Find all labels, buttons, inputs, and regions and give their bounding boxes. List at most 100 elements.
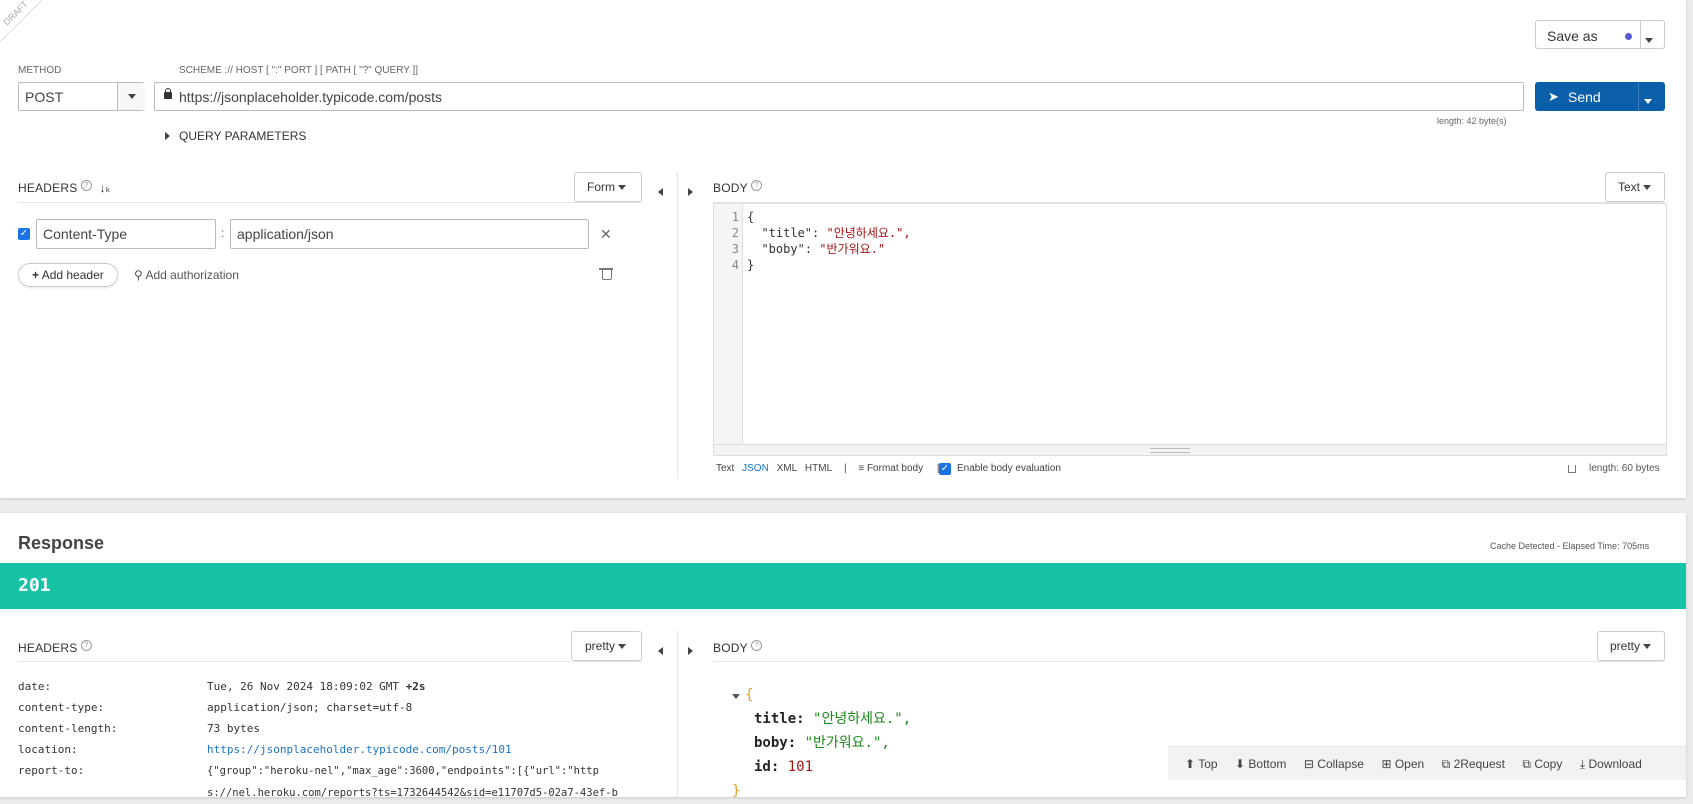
- chevron-right-icon: [688, 647, 693, 655]
- request-body-title: BODY ?: [713, 180, 763, 195]
- header-value[interactable]: {"group":"heroku-nel","max_age":3600,"en…: [207, 765, 599, 777]
- copy-button[interactable]: ⧉ Copy: [1522, 747, 1562, 781]
- chevron-down-icon: [1643, 644, 1652, 650]
- header-name: report-to:: [18, 764, 85, 777]
- help-icon[interactable]: ?: [751, 640, 763, 651]
- lock-shackle: [165, 88, 171, 93]
- trash-lid: [599, 268, 613, 270]
- collapse-json-icon[interactable]: [732, 694, 740, 699]
- status-bar: 201: [0, 563, 1686, 609]
- chevron-left-icon: [658, 647, 663, 655]
- collapse-left-button[interactable]: [658, 642, 663, 660]
- collapse-right-button[interactable]: [688, 642, 693, 660]
- code-line: "boby": "반가워요.": [761, 242, 886, 256]
- format-text-option[interactable]: Text: [716, 463, 734, 474]
- help-icon[interactable]: ?: [80, 180, 92, 191]
- header-value[interactable]: 73 bytes: [207, 722, 260, 735]
- line-number: 1: [731, 210, 739, 224]
- trash-icon[interactable]: [602, 270, 612, 280]
- header-enabled-checkbox[interactable]: ✓: [18, 228, 30, 240]
- line-number: 3: [731, 242, 739, 256]
- sort-icon[interactable]: ↓ₖ: [100, 181, 112, 195]
- body-mode-label: pretty: [1610, 639, 1641, 653]
- header-value-value: application/json: [237, 226, 334, 242]
- key-icon: ⚲: [134, 268, 143, 282]
- header-row-continued: s://nel.heroku.com/reports?ts=1732644542…: [18, 782, 638, 804]
- response-headers-mode-dropdown[interactable]: pretty: [571, 631, 642, 661]
- separator: |: [843, 463, 847, 474]
- method-value: POST: [25, 89, 64, 105]
- copy-icon: ⧉: [1522, 757, 1531, 771]
- send-button[interactable]: ➤ Send: [1535, 82, 1665, 111]
- download-button[interactable]: ⤓ Download: [1580, 747, 1642, 781]
- divider: [713, 661, 1665, 662]
- chevron-right-icon: [165, 132, 170, 140]
- plus-square-icon: ⊞: [1381, 757, 1392, 771]
- help-icon[interactable]: ?: [80, 640, 92, 651]
- save-as-button[interactable]: Save as: [1535, 20, 1665, 49]
- format-xml-option[interactable]: XML: [777, 463, 798, 474]
- json-key: id:: [754, 759, 780, 775]
- json-string: "안녕하세요.",: [813, 711, 912, 727]
- status-code: 201: [18, 575, 51, 596]
- headers-mode-dropdown[interactable]: Form: [574, 172, 642, 202]
- body-editor[interactable]: 1 2 3 4 { "title": "안녕하세요.", "boby": "반가…: [713, 203, 1667, 456]
- method-select[interactable]: POST: [18, 82, 145, 111]
- body-mode-dropdown[interactable]: Text: [1605, 172, 1665, 202]
- add-header-button[interactable]: + Add header: [18, 263, 118, 287]
- collapse-button[interactable]: ⊟ Collapse: [1304, 747, 1364, 781]
- header-key-input[interactable]: Content-Type: [36, 219, 216, 249]
- format-body-button[interactable]: ≡ Format body: [858, 463, 923, 474]
- header-value[interactable]: application/json; charset=utf-8: [207, 701, 412, 714]
- lock-icon: [164, 92, 172, 99]
- chevron-down-icon: [1645, 38, 1653, 44]
- resize-handle[interactable]: [714, 444, 1666, 455]
- add-authorization-label: Add authorization: [145, 268, 239, 282]
- arrow-down-circle-icon: ⬇: [1235, 757, 1246, 771]
- to-request-button[interactable]: ⧉ 2Request: [1442, 747, 1505, 781]
- enable-body-evaluation-checkbox[interactable]: ✓: [939, 463, 951, 475]
- query-parameters-toggle[interactable]: QUERY PARAMETERS: [165, 129, 306, 143]
- send-options-button[interactable]: [1644, 93, 1652, 111]
- method-dropdown-button[interactable]: [117, 83, 145, 110]
- request-headers-title: HEADERS ? ↓ₖ: [18, 180, 111, 195]
- header-value[interactable]: s://nel.heroku.com/reports?ts=1732644542…: [207, 787, 618, 799]
- header-name: content-type:: [18, 701, 105, 714]
- headers-mode-label: Form: [587, 180, 615, 194]
- header-name: date:: [18, 680, 52, 693]
- collapse-left-button[interactable]: [658, 183, 663, 201]
- scroll-top-button[interactable]: ⬆ Top: [1185, 747, 1218, 781]
- url-input[interactable]: https://jsonplaceholder.typicode.com/pos…: [154, 82, 1524, 111]
- align-icon: ≡: [858, 463, 865, 474]
- chevron-down-icon: [618, 644, 627, 650]
- response-body-mode-dropdown[interactable]: pretty: [1597, 631, 1665, 661]
- format-html-option[interactable]: HTML: [805, 463, 832, 474]
- url-length: length: 42 byte(s): [1437, 116, 1507, 126]
- unsaved-dot-icon: [1625, 33, 1632, 40]
- header-value-input[interactable]: application/json: [230, 219, 589, 249]
- format-json-option[interactable]: JSON: [742, 463, 769, 474]
- open-button[interactable]: ⊞ Open: [1381, 747, 1424, 781]
- copy-to-request-icon: ⧉: [1441, 757, 1451, 771]
- code-line: "title": "안녕하세요.",: [761, 226, 911, 240]
- top-label: Top: [1198, 757, 1218, 771]
- enable-body-evaluation-label: Enable body evaluation: [957, 463, 1061, 474]
- save-as-menu-button[interactable]: [1645, 32, 1653, 50]
- header-name: content-length:: [18, 722, 118, 735]
- location-link[interactable]: https://jsonplaceholder.typicode.com/pos…: [207, 743, 512, 756]
- header-row: content-type: application/json; charset=u…: [18, 697, 638, 718]
- json-key: title:: [754, 711, 805, 727]
- scroll-bottom-button[interactable]: ⬇ Bottom: [1235, 747, 1286, 781]
- code-line: {: [747, 209, 911, 225]
- request-panel: DRAFT Save as METHOD POST SCHEME :// HOS…: [0, 0, 1686, 498]
- help-icon[interactable]: ?: [751, 180, 763, 191]
- minus-square-icon: ⊟: [1303, 757, 1314, 771]
- json-root: {: [732, 683, 911, 707]
- clear-body-trash-icon[interactable]: [1568, 465, 1576, 473]
- remove-header-close-icon[interactable]: ✕: [600, 226, 612, 243]
- collapse-right-button[interactable]: [688, 183, 693, 201]
- divider: [18, 661, 642, 662]
- chevron-down-icon: [127, 93, 136, 99]
- header-value[interactable]: Tue, 26 Nov 2024 18:09:02 GMT: [207, 680, 399, 693]
- add-authorization-link[interactable]: ⚲ Add authorization: [134, 268, 239, 282]
